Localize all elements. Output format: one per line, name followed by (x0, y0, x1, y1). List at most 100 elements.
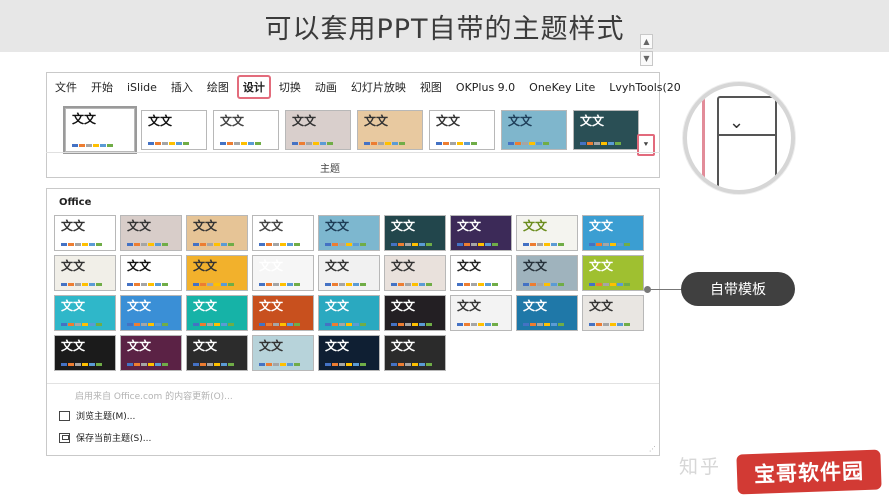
tab-6[interactable]: 切换 (279, 79, 301, 95)
gallery-theme-14[interactable]: 文文 (384, 255, 446, 291)
gallery-theme-9[interactable]: 文文 (54, 255, 116, 291)
tab-3[interactable]: 插入 (171, 79, 193, 95)
gallery-theme-18[interactable]: 文文 (54, 295, 116, 331)
ribbon-theme-gallery: 文文 文文 文文 文文 文文 文文 文文 文文 (63, 106, 639, 154)
theme-color-swatches (391, 283, 432, 286)
theme-sample-text: 文文 (220, 114, 245, 128)
theme-color-swatches (580, 142, 621, 145)
gallery-theme-17[interactable]: 文文 (582, 255, 644, 291)
theme-color-swatches (127, 363, 168, 366)
gallery-heading: Office (59, 197, 92, 208)
callout-label: 自带模板 (681, 272, 795, 306)
gallery-theme-11[interactable]: 文文 (186, 255, 248, 291)
save-current-theme-item[interactable]: 保存当前主题(S)... (59, 431, 151, 444)
gallery-theme-20[interactable]: 文文 (186, 295, 248, 331)
gallery-theme-30[interactable]: 文文 (252, 335, 314, 371)
ribbon-theme-6[interactable]: 文文 (501, 110, 567, 150)
zoom-divider (717, 134, 777, 136)
theme-color-swatches (436, 142, 477, 145)
theme-sample-text: 文文 (193, 219, 218, 233)
tab-2[interactable]: iSlide (127, 81, 157, 94)
gallery-theme-24[interactable]: 文文 (450, 295, 512, 331)
gallery-theme-1[interactable]: 文文 (120, 215, 182, 251)
theme-sample-text: 文文 (391, 219, 416, 233)
tab-8[interactable]: 幻灯片放映 (351, 79, 406, 95)
zoom-highlight (687, 96, 705, 190)
tab-0[interactable]: 文件 (55, 79, 77, 95)
scroll-up-button[interactable]: ▲ (640, 34, 653, 49)
gallery-theme-5[interactable]: 文文 (384, 215, 446, 251)
scroll-down-button[interactable]: ▼ (640, 51, 653, 66)
theme-sample-text: 文文 (457, 259, 482, 273)
gallery-theme-19[interactable]: 文文 (120, 295, 182, 331)
folder-icon (59, 410, 70, 421)
gallery-theme-15[interactable]: 文文 (450, 255, 512, 291)
theme-sample-text: 文文 (589, 259, 614, 273)
theme-color-swatches (72, 144, 113, 147)
theme-color-swatches (325, 283, 366, 286)
theme-sample-text: 文文 (127, 259, 152, 273)
theme-color-swatches (148, 142, 189, 145)
theme-color-swatches (259, 243, 300, 246)
tab-4[interactable]: 绘图 (207, 79, 229, 95)
gallery-theme-6[interactable]: 文文 (450, 215, 512, 251)
ribbon-theme-3[interactable]: 文文 (285, 110, 351, 150)
gallery-theme-22[interactable]: 文文 (318, 295, 380, 331)
gallery-grid: 文文 文文 文文 文文 文文 文文 文文 文文 文文 文文 文文 文文 文文 文文 文文 文文 文文 文文 文文 文文… (54, 215, 644, 371)
gallery-theme-28[interactable]: 文文 (120, 335, 182, 371)
theme-sample-text: 文文 (259, 219, 284, 233)
theme-sample-text: 文文 (193, 339, 218, 353)
ribbon-theme-5[interactable]: 文文 (429, 110, 495, 150)
theme-color-swatches (259, 323, 300, 326)
theme-sample-text: 文文 (325, 219, 350, 233)
gallery-theme-8[interactable]: 文文 (582, 215, 644, 251)
gallery-theme-13[interactable]: 文文 (318, 255, 380, 291)
tab-11[interactable]: OneKey Lite (529, 81, 595, 94)
theme-sample-text: 文文 (523, 219, 548, 233)
gallery-theme-25[interactable]: 文文 (516, 295, 578, 331)
zhihu-watermark: 知乎 (679, 456, 722, 478)
ribbon-theme-0[interactable]: 文文 (63, 106, 137, 154)
ribbon-theme-2[interactable]: 文文 (213, 110, 279, 150)
title-banner: 可以套用PPT自带的主题样式 (0, 0, 889, 52)
theme-color-swatches (193, 243, 234, 246)
gallery-theme-23[interactable]: 文文 (384, 295, 446, 331)
gallery-theme-31[interactable]: 文文 (318, 335, 380, 371)
tab-9[interactable]: 视图 (420, 79, 442, 95)
theme-sample-text: 文文 (127, 219, 152, 233)
tab-5[interactable]: 设计 (236, 75, 271, 99)
gallery-theme-0[interactable]: 文文 (54, 215, 116, 251)
theme-sample-text: 文文 (148, 114, 173, 128)
gallery-theme-10[interactable]: 文文 (120, 255, 182, 291)
theme-sample-text: 文文 (589, 219, 614, 233)
tab-10[interactable]: OKPlus 9.0 (456, 81, 515, 94)
gallery-theme-29[interactable]: 文文 (186, 335, 248, 371)
tab-1[interactable]: 开始 (91, 79, 113, 95)
gallery-theme-26[interactable]: 文文 (582, 295, 644, 331)
gallery-theme-21[interactable]: 文文 (252, 295, 314, 331)
gallery-theme-2[interactable]: 文文 (186, 215, 248, 251)
tab-7[interactable]: 动画 (315, 79, 337, 95)
gallery-theme-16[interactable]: 文文 (516, 255, 578, 291)
theme-color-swatches (61, 363, 102, 366)
theme-sample-text: 文文 (61, 339, 86, 353)
theme-sample-text: 文文 (391, 259, 416, 273)
gallery-theme-12[interactable]: 文文 (252, 255, 314, 291)
enable-office-updates-item: 启用来自 Office.com 的内容更新(O)... (75, 392, 233, 402)
theme-color-swatches (61, 243, 102, 246)
theme-sample-text: 文文 (580, 114, 605, 128)
gallery-theme-4[interactable]: 文文 (318, 215, 380, 251)
gallery-theme-27[interactable]: 文文 (54, 335, 116, 371)
resize-grip-icon[interactable]: ⋰ (649, 445, 656, 453)
ribbon-theme-7[interactable]: 文文 (573, 110, 639, 150)
gallery-theme-3[interactable]: 文文 (252, 215, 314, 251)
gallery-theme-7[interactable]: 文文 (516, 215, 578, 251)
ribbon-theme-1[interactable]: 文文 (141, 110, 207, 150)
ribbon-group-label: 主题 (320, 164, 340, 175)
theme-color-swatches (127, 323, 168, 326)
gallery-theme-32[interactable]: 文文 (384, 335, 446, 371)
ribbon-theme-4[interactable]: 文文 (357, 110, 423, 150)
theme-color-swatches (292, 142, 333, 145)
theme-color-swatches (325, 323, 366, 326)
browse-themes-item[interactable]: 浏览主题(M)... (59, 409, 135, 422)
